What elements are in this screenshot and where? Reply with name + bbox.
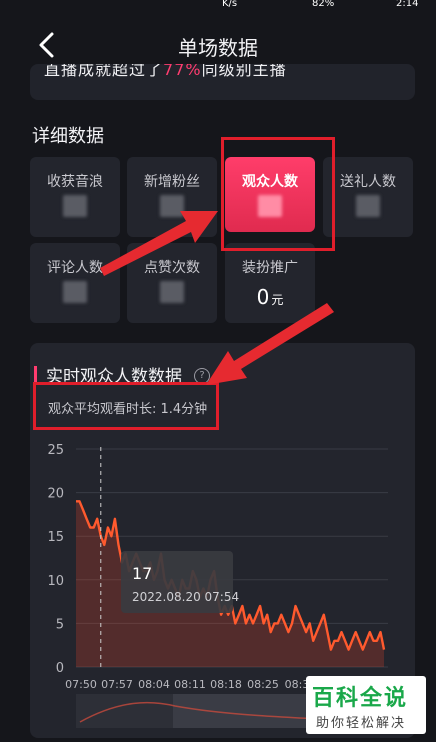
arrow-icon [100,211,218,276]
watermark-subtitle: 助你轻松解决 [316,716,407,731]
annotation-arrows [100,211,334,385]
watermark-title: 百科全说 [312,686,409,711]
arrow-icon [206,303,334,385]
watermark-logo: 百科全说 助你轻松解决 [306,676,426,734]
